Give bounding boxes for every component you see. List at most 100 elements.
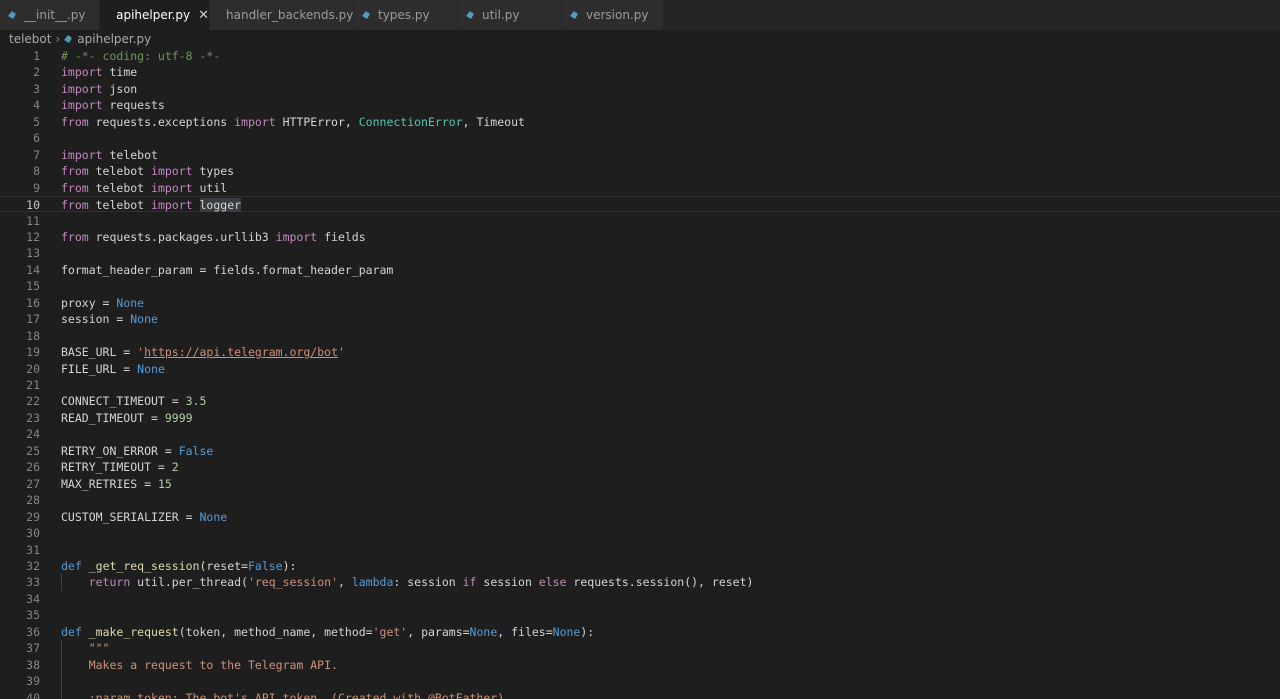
code-token: 2 xyxy=(171,460,179,475)
code-token: , Timeout xyxy=(462,114,525,129)
code-text: import json xyxy=(61,81,137,97)
line-number: 27 xyxy=(26,476,40,491)
code-text: from telebot import types xyxy=(61,163,234,179)
line-number: 25 xyxy=(26,443,40,458)
code-token: (token, method_name, method= xyxy=(178,624,373,639)
code-line[interactable]: 28 xyxy=(0,492,1280,508)
code-token: telebot xyxy=(102,147,158,162)
line-number: 28 xyxy=(26,493,40,508)
code-editor[interactable]: 1 # -*- coding: utf-8 -*- 2 import time 3 imp… xyxy=(0,48,1280,699)
code-line[interactable]: 11 xyxy=(0,213,1280,229)
code-line[interactable]: 32 def _get_req_session(reset=False): xyxy=(0,558,1280,574)
code-token: from xyxy=(61,229,89,244)
code-line[interactable]: 21 xyxy=(0,377,1280,393)
code-line[interactable]: 15 xyxy=(0,278,1280,294)
code-token: (reset= xyxy=(199,558,248,573)
code-line[interactable]: 1 # -*- coding: utf-8 -*- xyxy=(0,48,1280,64)
code-line[interactable]: 6 xyxy=(0,130,1280,146)
code-line[interactable]: 33 return util.per_thread('req_session',… xyxy=(0,574,1280,591)
code-line[interactable]: 26 RETRY_TIMEOUT = 2 xyxy=(0,459,1280,475)
code-token: fields xyxy=(317,229,366,244)
line-number: 31 xyxy=(26,542,40,557)
code-line[interactable]: 2 import time xyxy=(0,64,1280,80)
code-line[interactable]: 10 from telebot import logger xyxy=(0,196,1280,213)
code-line[interactable]: 3 import json xyxy=(0,81,1280,97)
code-line[interactable]: 20 FILE_URL = None xyxy=(0,361,1280,377)
code-text: CONNECT_TIMEOUT = 3.5 xyxy=(61,393,206,409)
tab-handler-backends-py[interactable]: handler_backends.py xyxy=(210,0,354,30)
code-line[interactable]: 12 from requests.packages.urllib3 import … xyxy=(0,229,1280,245)
python-file-icon xyxy=(64,35,73,43)
code-line[interactable]: 39 xyxy=(0,673,1280,690)
line-number: 16 xyxy=(26,295,40,310)
code-line[interactable]: 37 """ xyxy=(0,640,1280,657)
code-token: ' xyxy=(337,345,345,360)
code-line[interactable]: 8 from telebot import types xyxy=(0,163,1280,179)
close-icon[interactable]: ✕ xyxy=(198,8,209,23)
tab-label: apihelper.py xyxy=(116,8,191,22)
code-line[interactable]: 18 xyxy=(0,328,1280,344)
tab-version-py[interactable]: version.py xyxy=(562,0,664,30)
code-line[interactable]: 38 Makes a request to the Telegram API. xyxy=(0,656,1280,674)
code-text: """ xyxy=(61,640,110,656)
code-line[interactable]: 40 :param token: The bot's API token. (C… xyxy=(0,689,1280,699)
code-token: from xyxy=(61,180,89,195)
code-token: else xyxy=(538,575,567,590)
code-line[interactable]: 5 from requests.exceptions import HTTPErr… xyxy=(0,114,1280,130)
code-line[interactable]: 25 RETRY_ON_ERROR = False xyxy=(0,443,1280,459)
code-token: _make_request xyxy=(88,624,179,639)
breadcrumb-folder[interactable]: telebot xyxy=(9,32,51,46)
code-text: session = None xyxy=(61,311,158,327)
code-token: json xyxy=(102,81,138,96)
code-line[interactable]: 31 xyxy=(0,542,1280,558)
code-token: None xyxy=(130,312,158,327)
line-number: 29 xyxy=(26,509,40,524)
breadcrumb-file[interactable]: apihelper.py xyxy=(77,32,151,46)
code-token: util xyxy=(192,180,228,195)
code-line[interactable]: 27 MAX_RETRIES = 15 xyxy=(0,476,1280,492)
breadcrumb: telebot › apihelper.py xyxy=(0,30,1280,48)
code-line[interactable]: 19 BASE_URL = 'https://api.telegram.org/b… xyxy=(0,344,1280,360)
code-token: RETRY_ON_ERROR = xyxy=(61,443,179,458)
code-text: MAX_RETRIES = 15 xyxy=(61,476,172,492)
code-token: , files= xyxy=(497,624,553,639)
code-line[interactable]: 24 xyxy=(0,426,1280,442)
line-number: 40 xyxy=(26,690,40,699)
code-line[interactable]: 35 xyxy=(0,607,1280,623)
code-line[interactable]: 36 def _make_request(token, method_name, … xyxy=(0,624,1280,640)
code-line[interactable]: 13 xyxy=(0,245,1280,261)
code-token: READ_TIMEOUT = xyxy=(61,410,165,425)
code-line[interactable]: 23 READ_TIMEOUT = 9999 xyxy=(0,410,1280,426)
code-line[interactable]: 22 CONNECT_TIMEOUT = 3.5 xyxy=(0,393,1280,409)
code-line[interactable]: 29 CUSTOM_SERIALIZER = None xyxy=(0,509,1280,525)
tab-apihelper-py[interactable]: apihelper.py ✕ xyxy=(100,0,210,30)
code-text: READ_TIMEOUT = 9999 xyxy=(61,410,193,426)
code-line[interactable]: 7 import telebot xyxy=(0,147,1280,163)
code-line[interactable]: 17 session = None xyxy=(0,311,1280,327)
code-token: , params= xyxy=(407,624,470,639)
tab-util-py[interactable]: util.py xyxy=(458,0,562,30)
code-token: None xyxy=(552,624,581,639)
code-text: RETRY_TIMEOUT = 2 xyxy=(61,459,179,475)
code-token: requests.exceptions xyxy=(88,114,235,129)
code-token: False xyxy=(178,443,214,458)
code-line[interactable]: 4 import requests xyxy=(0,97,1280,113)
code-line[interactable]: 16 proxy = None xyxy=(0,295,1280,311)
code-text: proxy = None xyxy=(61,295,144,311)
code-text: from requests.packages.urllib3 import fi… xyxy=(61,229,366,245)
code-line[interactable]: 34 xyxy=(0,591,1280,607)
tab-init-py[interactable]: __init__.py xyxy=(0,0,100,30)
indent-guide xyxy=(61,673,62,690)
tab-types-py[interactable]: types.py xyxy=(354,0,458,30)
code-line[interactable]: 14 format_header_param = fields.format_he… xyxy=(0,262,1280,278)
code-token: : session xyxy=(393,575,463,590)
code-token: telebot xyxy=(88,164,152,179)
tab-label: handler_backends.py xyxy=(226,8,354,22)
line-number: 32 xyxy=(26,558,40,573)
code-line[interactable]: 9 from telebot import util xyxy=(0,180,1280,196)
code-text: Makes a request to the Telegram API. xyxy=(61,657,338,673)
code-token: 3.5 xyxy=(185,394,207,409)
code-line[interactable]: 30 xyxy=(0,525,1280,541)
